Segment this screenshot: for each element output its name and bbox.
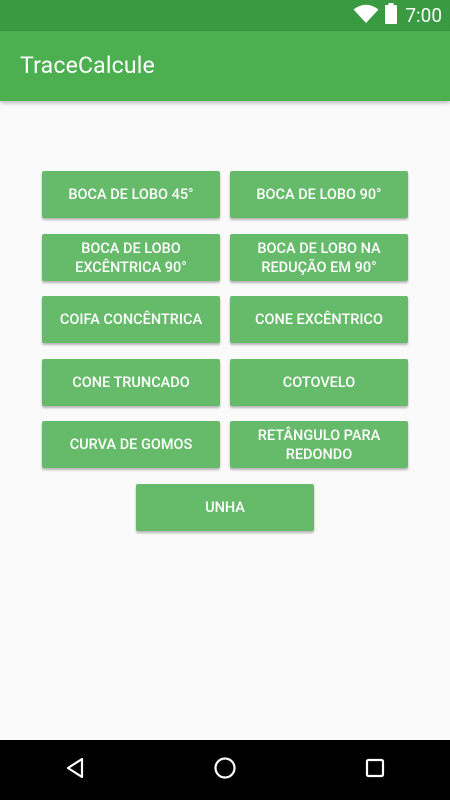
back-button[interactable] xyxy=(55,750,95,790)
app-bar: TraceCalcule xyxy=(0,31,450,101)
status-bar: 7:00 xyxy=(0,0,450,31)
navigation-bar xyxy=(0,740,450,800)
boca-de-lobo-reducao-90-button[interactable]: BOCA DE LOBO NA REDUÇÃO EM 90° xyxy=(230,234,408,281)
recents-icon xyxy=(364,757,386,783)
unha-button[interactable]: UNHA xyxy=(136,484,314,531)
main-content: BOCA DE LOBO 45° BOCA DE LOBO 90° BOCA D… xyxy=(0,101,450,740)
curva-de-gomos-button[interactable]: CURVA DE GOMOS xyxy=(42,421,220,468)
app-title: TraceCalcule xyxy=(20,52,155,79)
cotovelo-button[interactable]: COTOVELO xyxy=(230,359,408,406)
cone-excentrico-button[interactable]: CONE EXCÊNTRICO xyxy=(230,296,408,343)
battery-icon xyxy=(385,3,398,28)
cone-truncado-button[interactable]: CONE TRUNCADO xyxy=(42,359,220,406)
status-time: 7:00 xyxy=(405,4,442,27)
boca-de-lobo-90-button[interactable]: BOCA DE LOBO 90° xyxy=(230,171,408,218)
back-icon xyxy=(63,756,87,784)
home-button[interactable] xyxy=(205,750,245,790)
coifa-concentrica-button[interactable]: COIFA CONCÊNTRICA xyxy=(42,296,220,343)
retangulo-para-redondo-button[interactable]: RETÂNGULO PARA REDONDO xyxy=(230,421,408,468)
wifi-icon xyxy=(353,4,379,28)
recents-button[interactable] xyxy=(355,750,395,790)
boca-de-lobo-45-button[interactable]: BOCA DE LOBO 45° xyxy=(42,171,220,218)
home-icon xyxy=(213,756,237,784)
boca-de-lobo-excentrica-90-button[interactable]: BOCA DE LOBO EXCÊNTRICA 90° xyxy=(42,234,220,281)
status-icons: 7:00 xyxy=(353,0,442,31)
